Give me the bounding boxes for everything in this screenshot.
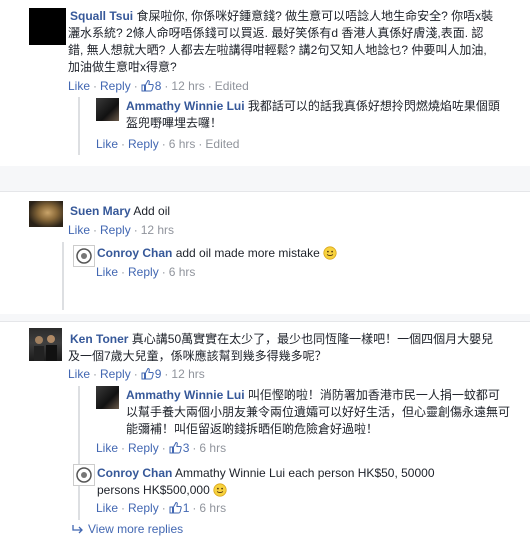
reply-author[interactable]: Conroy Chan xyxy=(97,246,172,260)
reply-actions: Like · Reply · 3 · 6 hrs xyxy=(96,441,227,455)
thumbs-up-icon xyxy=(141,367,154,380)
avatar[interactable] xyxy=(96,98,119,121)
comment-actions: Like · Reply · 9 · 12 hrs xyxy=(68,367,205,381)
avatar[interactable] xyxy=(29,8,66,45)
avatar[interactable] xyxy=(29,201,63,227)
comment-text-line: 加油做生意咁x得意? xyxy=(68,60,177,74)
thumbs-up-icon xyxy=(141,79,154,92)
divider xyxy=(0,321,530,322)
reply-link[interactable]: Reply xyxy=(128,501,159,515)
reply-actions: Like · Reply · 6 hrs xyxy=(96,265,196,279)
like-count[interactable]: 3 xyxy=(169,441,189,455)
comment-text-line: 及一個7歲大兒童，係咪應該幫到幾多得幾多呢？ xyxy=(68,349,327,363)
reply-author[interactable]: Conroy Chan xyxy=(97,466,172,480)
like-link[interactable]: Like xyxy=(96,501,118,515)
reply-text: add oil made more mistake xyxy=(175,246,320,260)
like-link[interactable]: Like xyxy=(68,223,90,237)
comment-text-line: 錯, 無人想就大晒? 人都去左啦講得咁輕鬆? 講2句又知人地諗乜? 仲要叫人加油… xyxy=(68,43,487,57)
emblem-icon xyxy=(76,467,92,483)
view-more-replies-link[interactable]: View more replies xyxy=(72,521,183,537)
comment-text-line: 灑水系統? 2條人命呀唔係錢可以買返. 最好笑係有d 香港人真係好膚淺,表面. … xyxy=(68,26,484,40)
reply-thread-line xyxy=(78,386,80,520)
comment-actions: Like · Reply · 12 hrs xyxy=(68,223,175,237)
timestamp[interactable]: 12 hrs xyxy=(171,79,204,93)
like-link[interactable]: Like xyxy=(68,79,90,93)
timestamp[interactable]: 6 hrs xyxy=(169,137,196,151)
reply-author[interactable]: Ammathy Winnie Lui xyxy=(126,388,245,402)
like-link[interactable]: Like xyxy=(96,137,118,151)
avatar[interactable] xyxy=(96,386,119,409)
thumbs-up-icon xyxy=(169,501,182,514)
timestamp[interactable]: 12 hrs xyxy=(141,223,174,237)
emblem-icon xyxy=(76,248,92,264)
people-icon xyxy=(34,335,57,361)
reply-link[interactable]: Reply xyxy=(100,367,131,381)
like-count[interactable]: 1 xyxy=(169,501,189,515)
reply-text-line: 以幫手養大兩個小朋友兼令兩位遺孀可以好好生活，但心靈創傷永遠無可 xyxy=(126,405,511,419)
avatar[interactable] xyxy=(29,328,62,361)
reply-thread-line xyxy=(62,242,64,310)
reply-text-line: Ammathy Winnie Lui each person HK$50, 50… xyxy=(175,466,435,480)
thumbs-up-icon xyxy=(169,441,182,454)
edited-label[interactable]: Edited xyxy=(205,137,239,151)
edited-label[interactable]: Edited xyxy=(215,79,249,93)
comment-text-line: 食屎啦你, 你係咪好鍾意錢? 做生意可以唔諗人地生命安全? 你唔x裝 xyxy=(136,9,494,23)
reply-text-line: 我都話可以的話我真係好想拎閃燃燒焰咗果個頭 xyxy=(247,99,500,113)
avatar[interactable] xyxy=(73,464,95,486)
reply-text-line: 能彌補！叫佢留返啲錢拆晒佢啲危險倉好過啦！ xyxy=(126,422,379,436)
reply-actions: Like · Reply · 6 hrs · Edited xyxy=(96,137,240,151)
reply-actions: Like · Reply · 1 · 6 hrs xyxy=(96,501,227,515)
smiley-icon xyxy=(323,246,337,260)
reply-link[interactable]: Reply xyxy=(100,223,131,237)
like-count[interactable]: 9 xyxy=(141,367,161,381)
reply-thread-line xyxy=(78,97,80,155)
timestamp[interactable]: 6 hrs xyxy=(199,501,226,515)
comment-author[interactable]: Squall Tsui xyxy=(70,9,133,23)
reply-text-line: 叫佢慳啲啦！消防署加香港市民一人捐一蚊都可 xyxy=(247,388,500,402)
reply-link[interactable]: Reply xyxy=(100,79,131,93)
comment-author[interactable]: Suen Mary xyxy=(70,204,131,218)
timestamp[interactable]: 6 hrs xyxy=(169,265,196,279)
comment-text: Add oil xyxy=(133,204,171,218)
divider xyxy=(0,191,530,192)
reply-link[interactable]: Reply xyxy=(128,137,159,151)
comments-panel: Squall Tsui 食屎啦你, 你係咪好鍾意錢? 做生意可以唔諗人地生命安全… xyxy=(0,0,530,551)
avatar[interactable] xyxy=(73,245,95,267)
reply-link[interactable]: Reply xyxy=(128,265,159,279)
reply-arrow-icon xyxy=(72,525,83,534)
like-link[interactable]: Like xyxy=(96,441,118,455)
smiley-icon xyxy=(213,483,227,497)
reply-text-line: persons HK$500,000 xyxy=(97,483,210,497)
like-link[interactable]: Like xyxy=(68,367,90,381)
reply-author[interactable]: Ammathy Winnie Lui xyxy=(126,99,245,113)
reply-link[interactable]: Reply xyxy=(128,441,159,455)
timestamp[interactable]: 12 hrs xyxy=(171,367,204,381)
like-count[interactable]: 8 xyxy=(141,79,161,93)
comment-author[interactable]: Ken Toner xyxy=(70,332,128,346)
reply-text-line: 盔兜嘢嗶埋去囉！ xyxy=(126,116,223,130)
like-link[interactable]: Like xyxy=(96,265,118,279)
comment-text-line: 真心講50萬實實在太少了，最少也同恆隆一樣吧！一個四個月大嬰兒 xyxy=(131,332,494,346)
comment-actions: Like · Reply · 8 · 12 hrs · Edited xyxy=(68,79,249,93)
timestamp[interactable]: 6 hrs xyxy=(199,441,226,455)
